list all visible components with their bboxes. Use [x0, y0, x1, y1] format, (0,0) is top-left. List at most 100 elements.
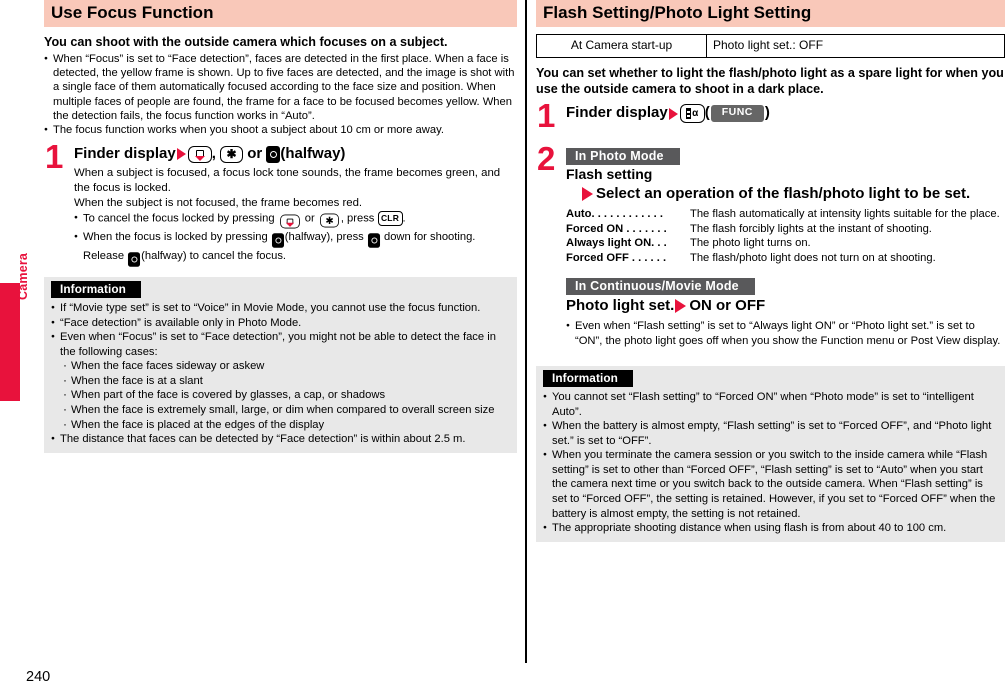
- page-number: 240: [26, 669, 51, 685]
- star-key-icon: ✱: [220, 145, 244, 163]
- option-desc: The flash automatically at intensity lig…: [690, 208, 1000, 221]
- camera-key-icon: [367, 233, 380, 248]
- sub-heading-value: ON or OFF: [689, 296, 766, 314]
- list-item: “Face detection” is available only in Ph…: [51, 316, 510, 331]
- option-desc: The flash forcibly lights at the instant…: [690, 222, 932, 235]
- list-item: When the battery is almost empty, “Flash…: [543, 419, 998, 448]
- option-desc: The photo light turns on.: [690, 237, 811, 250]
- option-term: Forced OFF . . . . . .: [566, 251, 667, 264]
- right-section-title: Flash Setting/Photo Light Setting: [536, 0, 1005, 28]
- bullet-text-b: (halfway), press: [284, 231, 364, 244]
- bullet-text-a: To cancel the focus locked by pressing: [83, 212, 275, 225]
- step-title-text: Finder display: [74, 144, 176, 162]
- list-item: To cancel the focus locked by pressing o…: [74, 211, 517, 230]
- photo-light-note: Even when “Flash setting” is set to “Alw…: [566, 319, 1005, 348]
- step-number: 1: [537, 97, 556, 134]
- manual-page: Camera 240 Use Focus Function You can sh…: [0, 0, 1005, 697]
- leader-dots: . . . . . .: [631, 251, 667, 264]
- select-key-icon: [187, 145, 212, 163]
- option-term: Always light ON. . .: [566, 237, 667, 250]
- bullet-text-d: (halfway) to cancel the focus.: [141, 250, 287, 263]
- arrow-right-icon: [675, 298, 687, 313]
- sub-heading-text: Photo light set.: [566, 296, 675, 314]
- arrow-right-icon: [668, 107, 678, 120]
- step-body-line-2: When the subject is not focused, the fra…: [74, 196, 363, 209]
- option-term: Forced ON . . . . . . .: [566, 222, 667, 235]
- right-lead-text: You can set whether to light the flash/p…: [536, 65, 1004, 96]
- list-item: When “Focus” is set to “Face detection”,…: [44, 52, 517, 124]
- left-section-title: Use Focus Function: [44, 0, 517, 28]
- leader-dots: . . . . . . .: [626, 222, 667, 235]
- side-tab-label: Camera: [16, 252, 30, 300]
- flash-option-list: Auto. . . . . . . . . . . . The flash au…: [566, 207, 1005, 265]
- step-title: Finder display α(FUNC): [566, 104, 1005, 123]
- column-divider: [525, 0, 527, 663]
- sub-heading-flash-setting: Flash setting: [566, 166, 653, 182]
- table-cell-key: At Camera start-up: [536, 34, 707, 58]
- information-last-item: The distance that faces can be detected …: [51, 432, 510, 447]
- leader-dots: . . .: [651, 237, 667, 250]
- information-items: If “Movie type set” is set to “Voice” in…: [51, 301, 510, 359]
- arrow-right-icon: [582, 186, 593, 201]
- list-item: If “Movie type set” is set to “Voice” in…: [51, 301, 510, 316]
- sub-heading-photo-light-set: Photo light set. ON or OFF: [566, 297, 1005, 316]
- step-title: Finder display, ✱ or (halfway): [74, 145, 517, 164]
- func-key-icon: α: [679, 104, 705, 123]
- list-item: When the face is extremely small, large,…: [60, 402, 510, 418]
- list-item: The distance that faces can be detected …: [51, 432, 510, 447]
- mode-chip-photo: In Photo Mode: [566, 148, 680, 165]
- list-item: When the face faces sideway or askew: [60, 358, 510, 374]
- sub-heading-text: Select an operation of the flash/photo l…: [596, 184, 971, 202]
- camera-key-icon: [271, 233, 284, 248]
- left-information-box: Information If “Movie type set” is set t…: [44, 277, 517, 453]
- step-number: 1: [45, 137, 64, 175]
- left-column: Use Focus Function You can shoot with th…: [44, 0, 517, 453]
- step-body-line-1: When a subject is focused, a focus lock …: [74, 166, 501, 194]
- left-lead-text: You can shoot with the outside camera wh…: [44, 35, 448, 50]
- paren-close: ): [764, 104, 770, 122]
- clr-key-icon: CLR: [377, 211, 403, 227]
- camera-key-icon: [128, 252, 141, 267]
- list-item: When the face is at a slant: [60, 373, 510, 389]
- select-key-icon: [279, 214, 300, 229]
- list-item: When you terminate the camera session or…: [543, 448, 998, 521]
- arrow-right-icon: [176, 148, 186, 161]
- continuous-movie-block: In Continuous/Movie Mode Photo light set…: [566, 277, 1005, 349]
- bullet-text-c: , press: [340, 212, 375, 225]
- list-item: Even when “Flash setting” is set to “Alw…: [566, 319, 1005, 348]
- list-item: The appropriate shooting distance when u…: [543, 521, 998, 536]
- right-step-2: 2 In Photo Mode Flash setting Select an …: [536, 142, 1005, 349]
- list-item: You cannot set “Flash setting” to “Force…: [543, 390, 998, 419]
- star-key-icon: ✱: [319, 213, 339, 228]
- right-information-box: Information You cannot set “Flash settin…: [536, 366, 1005, 542]
- halfway-text: (halfway): [280, 144, 346, 162]
- list-item: When the focus is locked by pressing (ha…: [74, 230, 517, 268]
- step-bullets: To cancel the focus locked by pressing o…: [74, 211, 517, 268]
- list-item: The focus function works when you shoot …: [44, 123, 517, 137]
- sub-heading-select-operation: Select an operation of the flash/photo l…: [566, 185, 1005, 204]
- side-tab-marker: [0, 283, 20, 401]
- table-cell-value: Photo light set.: OFF: [706, 34, 1005, 58]
- func-badge: FUNC: [710, 105, 764, 122]
- table-row: At Camera start-up Photo light set.: OFF: [536, 34, 1005, 58]
- list-item: Even when “Focus” is set to “Face detect…: [51, 330, 510, 359]
- list-item: When part of the face is covered by glas…: [60, 387, 510, 403]
- bullet-text-a: When the focus is locked by pressing: [83, 231, 268, 244]
- step-body: When a subject is focused, a focus lock …: [74, 166, 517, 268]
- camera-key-icon: [266, 145, 281, 163]
- list-item: When the face is placed at the edges of …: [60, 417, 510, 433]
- paren-open: (: [704, 104, 710, 122]
- right-step-1: 1 Finder display α(FUNC): [536, 99, 1005, 132]
- right-column: Flash Setting/Photo Light Setting At Cam…: [536, 0, 1005, 542]
- leader-dots: . . . . . . . . . . . .: [591, 208, 663, 221]
- information-sub-items: When the face faces sideway or askew Whe…: [60, 358, 510, 433]
- step-title-text: Finder display: [566, 104, 668, 122]
- bullet-text-b: or: [304, 212, 315, 225]
- option-term: Auto. . . . . . . . . . . .: [566, 208, 663, 221]
- left-step-1: 1 Finder display, ✱ or (halfway) When a …: [44, 140, 517, 268]
- bullet-text-d: .: [402, 212, 406, 225]
- information-title: Information: [543, 370, 633, 388]
- spec-table: At Camera start-up Photo light set.: OFF: [536, 34, 1005, 58]
- mode-chip-continuous-movie: In Continuous/Movie Mode: [566, 277, 755, 295]
- comma-separator: ,: [211, 144, 216, 162]
